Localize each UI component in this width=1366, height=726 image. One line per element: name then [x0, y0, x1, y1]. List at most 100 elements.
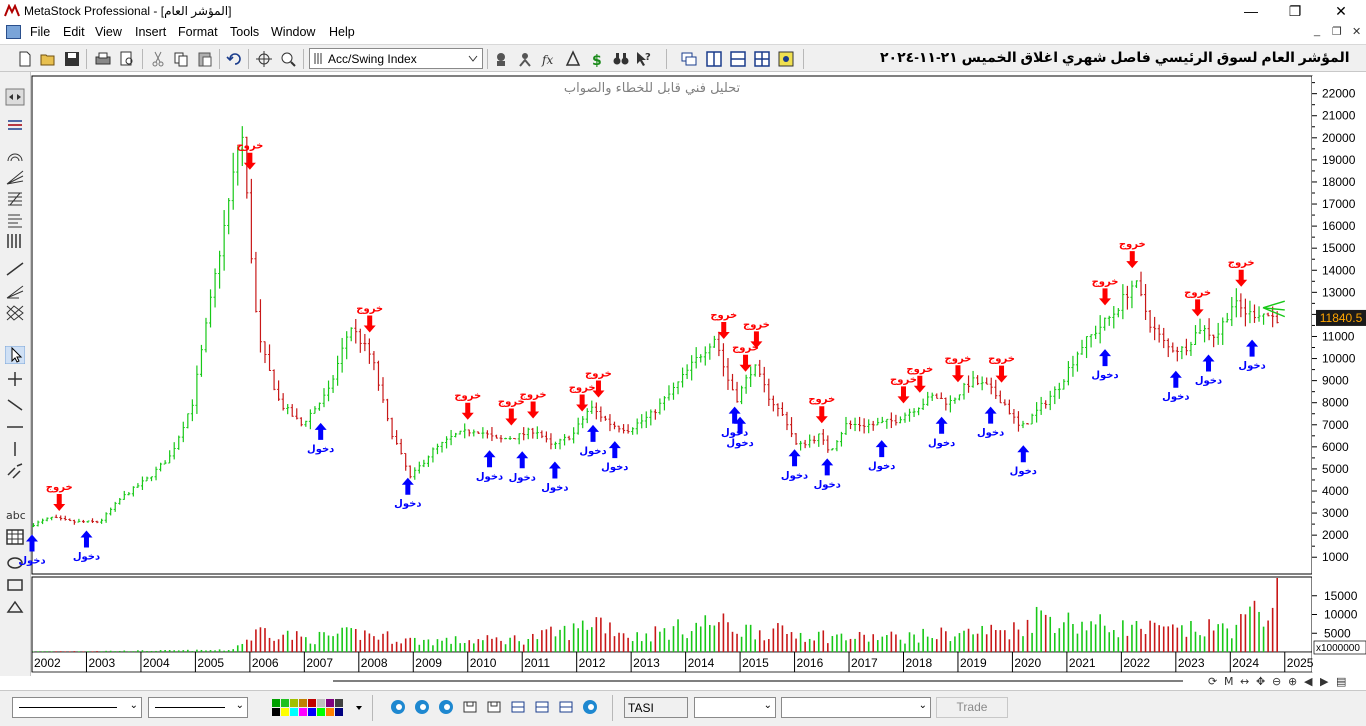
y-tick-label: 14000	[1322, 263, 1356, 277]
chevron-down-icon: ⌄	[763, 700, 772, 711]
chart-nav-button[interactable]: M	[1224, 675, 1234, 688]
x-tick-label: 2017	[851, 656, 878, 670]
y-tick-label: 19000	[1322, 153, 1356, 167]
entry-signal-label: دخول	[1238, 361, 1265, 372]
edge-icon[interactable]	[582, 699, 598, 715]
x-tick-label: 2005	[197, 656, 224, 670]
chart-area[interactable]: 2002 2003 2004 2005 2006 2007 2008 2009 2010 2011…	[0, 0, 1366, 726]
chevron-down-icon: ⌄	[129, 700, 138, 711]
edge-icon[interactable]	[390, 699, 406, 715]
entry-signal-label: دخول	[726, 438, 753, 449]
exit-signal-label: خروج	[945, 353, 972, 364]
layout-icon[interactable]	[486, 699, 502, 715]
chart-nav-button[interactable]: ◀	[1304, 675, 1313, 688]
y-tick-label: 16000	[1322, 219, 1356, 233]
symbol-field[interactable]: TASI	[624, 697, 688, 718]
entry-signal-label: دخول	[579, 446, 606, 457]
color-palette-icon	[272, 699, 362, 716]
chart-nav-button[interactable]: ↔	[1240, 675, 1249, 688]
chart-nav-button[interactable]: ▶	[1320, 675, 1329, 688]
entry-signal-label: دخول	[781, 470, 808, 481]
volume-panel[interactable]	[31, 576, 1313, 653]
y-tick-label: 21000	[1322, 109, 1356, 123]
entry-signal-label: دخول	[928, 438, 955, 449]
volume-scale-label: x1000000	[1316, 643, 1360, 654]
entry-signal-label: دخول	[73, 551, 100, 562]
exit-signal-label: خروج	[1228, 258, 1255, 269]
period-dropdown[interactable]: ⌄	[694, 697, 776, 718]
last-price-label: 11840.5	[1320, 311, 1363, 325]
x-tick-label: 2024	[1232, 656, 1259, 670]
exit-signal-label: خروج	[808, 394, 835, 405]
exit-signal-label: خروج	[585, 368, 612, 379]
layout-icon[interactable]	[510, 699, 526, 715]
y-tick-label: 13000	[1322, 285, 1356, 299]
y-tick-label: 6000	[1322, 440, 1349, 454]
x-tick-label: 2010	[470, 656, 497, 670]
price-panel[interactable]	[31, 75, 1313, 575]
y-tick-label: 22000	[1322, 87, 1356, 101]
exit-signal-label: خروج	[1092, 276, 1119, 287]
entry-signal-label: دخول	[814, 479, 841, 490]
x-tick-label: 2023	[1178, 656, 1205, 670]
line-weight-dropdown[interactable]: ⌄	[148, 697, 248, 718]
x-tick-label: 2012	[579, 656, 606, 670]
exit-signal-label: خروج	[454, 391, 481, 402]
y-tick-label: 1000	[1322, 550, 1349, 564]
color-palette[interactable]	[270, 698, 364, 718]
exit-signal-label: خروج	[988, 354, 1015, 365]
x-tick-label: 2015	[742, 656, 769, 670]
entry-signal-label: دخول	[307, 444, 334, 455]
x-tick-label: 2019	[960, 656, 987, 670]
chevron-down-icon: ⌄	[235, 700, 244, 711]
account-dropdown[interactable]: ⌄	[781, 697, 931, 718]
entry-signal-label: دخول	[601, 462, 628, 473]
chart-nav-button[interactable]: ⟳	[1208, 675, 1217, 688]
volume-tick-label: 10000	[1324, 608, 1358, 622]
y-tick-label: 11000	[1322, 329, 1355, 343]
layout-icon[interactable]	[534, 699, 550, 715]
x-tick-label: 2020	[1014, 656, 1041, 670]
chart-nav-button[interactable]: ✥	[1256, 675, 1265, 688]
x-tick-label: 2004	[143, 656, 170, 670]
x-tick-label: 2002	[34, 656, 61, 670]
y-tick-label: 20000	[1322, 131, 1356, 145]
volume-tick-label: 15000	[1324, 589, 1358, 603]
line-sample	[19, 707, 117, 708]
exit-signal-label: خروج	[356, 304, 383, 315]
entry-signal-label: دخول	[977, 428, 1004, 439]
volume-tick-label: 5000	[1324, 626, 1351, 640]
chart-nav-button[interactable]: ▤	[1336, 675, 1346, 688]
x-tick-label: 2022	[1123, 656, 1150, 670]
x-tick-label: 2006	[252, 656, 279, 670]
entry-signal-label: دخول	[509, 472, 536, 483]
chevron-down-icon: ⌄	[918, 700, 927, 711]
entry-signal-label: دخول	[476, 471, 503, 482]
exit-signal-label: خروج	[710, 310, 737, 321]
exit-signal-label: خروج	[1119, 239, 1146, 250]
exit-signal-label: خروج	[46, 482, 73, 493]
entry-signal-label: دخول	[394, 499, 421, 510]
x-tick-label: 2021	[1069, 656, 1096, 670]
line-sample	[155, 707, 225, 708]
entry-signal-label: دخول	[541, 482, 568, 493]
line-style-dropdown[interactable]: ⌄	[12, 697, 142, 718]
x-tick-label: 2009	[415, 656, 442, 670]
edge-icon[interactable]	[438, 699, 454, 715]
entry-signal-label: دخول	[1091, 370, 1118, 381]
entry-signal-label: دخول	[18, 556, 45, 567]
toolbar-separator	[372, 695, 373, 721]
chart-nav-button[interactable]: ⊖	[1272, 675, 1281, 688]
layout-icon[interactable]	[462, 699, 478, 715]
exit-signal-label: خروج	[890, 374, 917, 385]
y-tick-label: 17000	[1322, 197, 1356, 211]
y-tick-label: 18000	[1322, 175, 1356, 189]
exit-signal-label: خروج	[236, 141, 263, 152]
chart-nav-button[interactable]: ⊕	[1288, 675, 1297, 688]
x-tick-label: 2007	[306, 656, 333, 670]
trade-button[interactable]: Trade	[936, 697, 1008, 718]
edge-icon[interactable]	[414, 699, 430, 715]
exit-signal-label: خروج	[743, 319, 770, 330]
y-tick-label: 3000	[1322, 506, 1349, 520]
layout-icon[interactable]	[558, 699, 574, 715]
